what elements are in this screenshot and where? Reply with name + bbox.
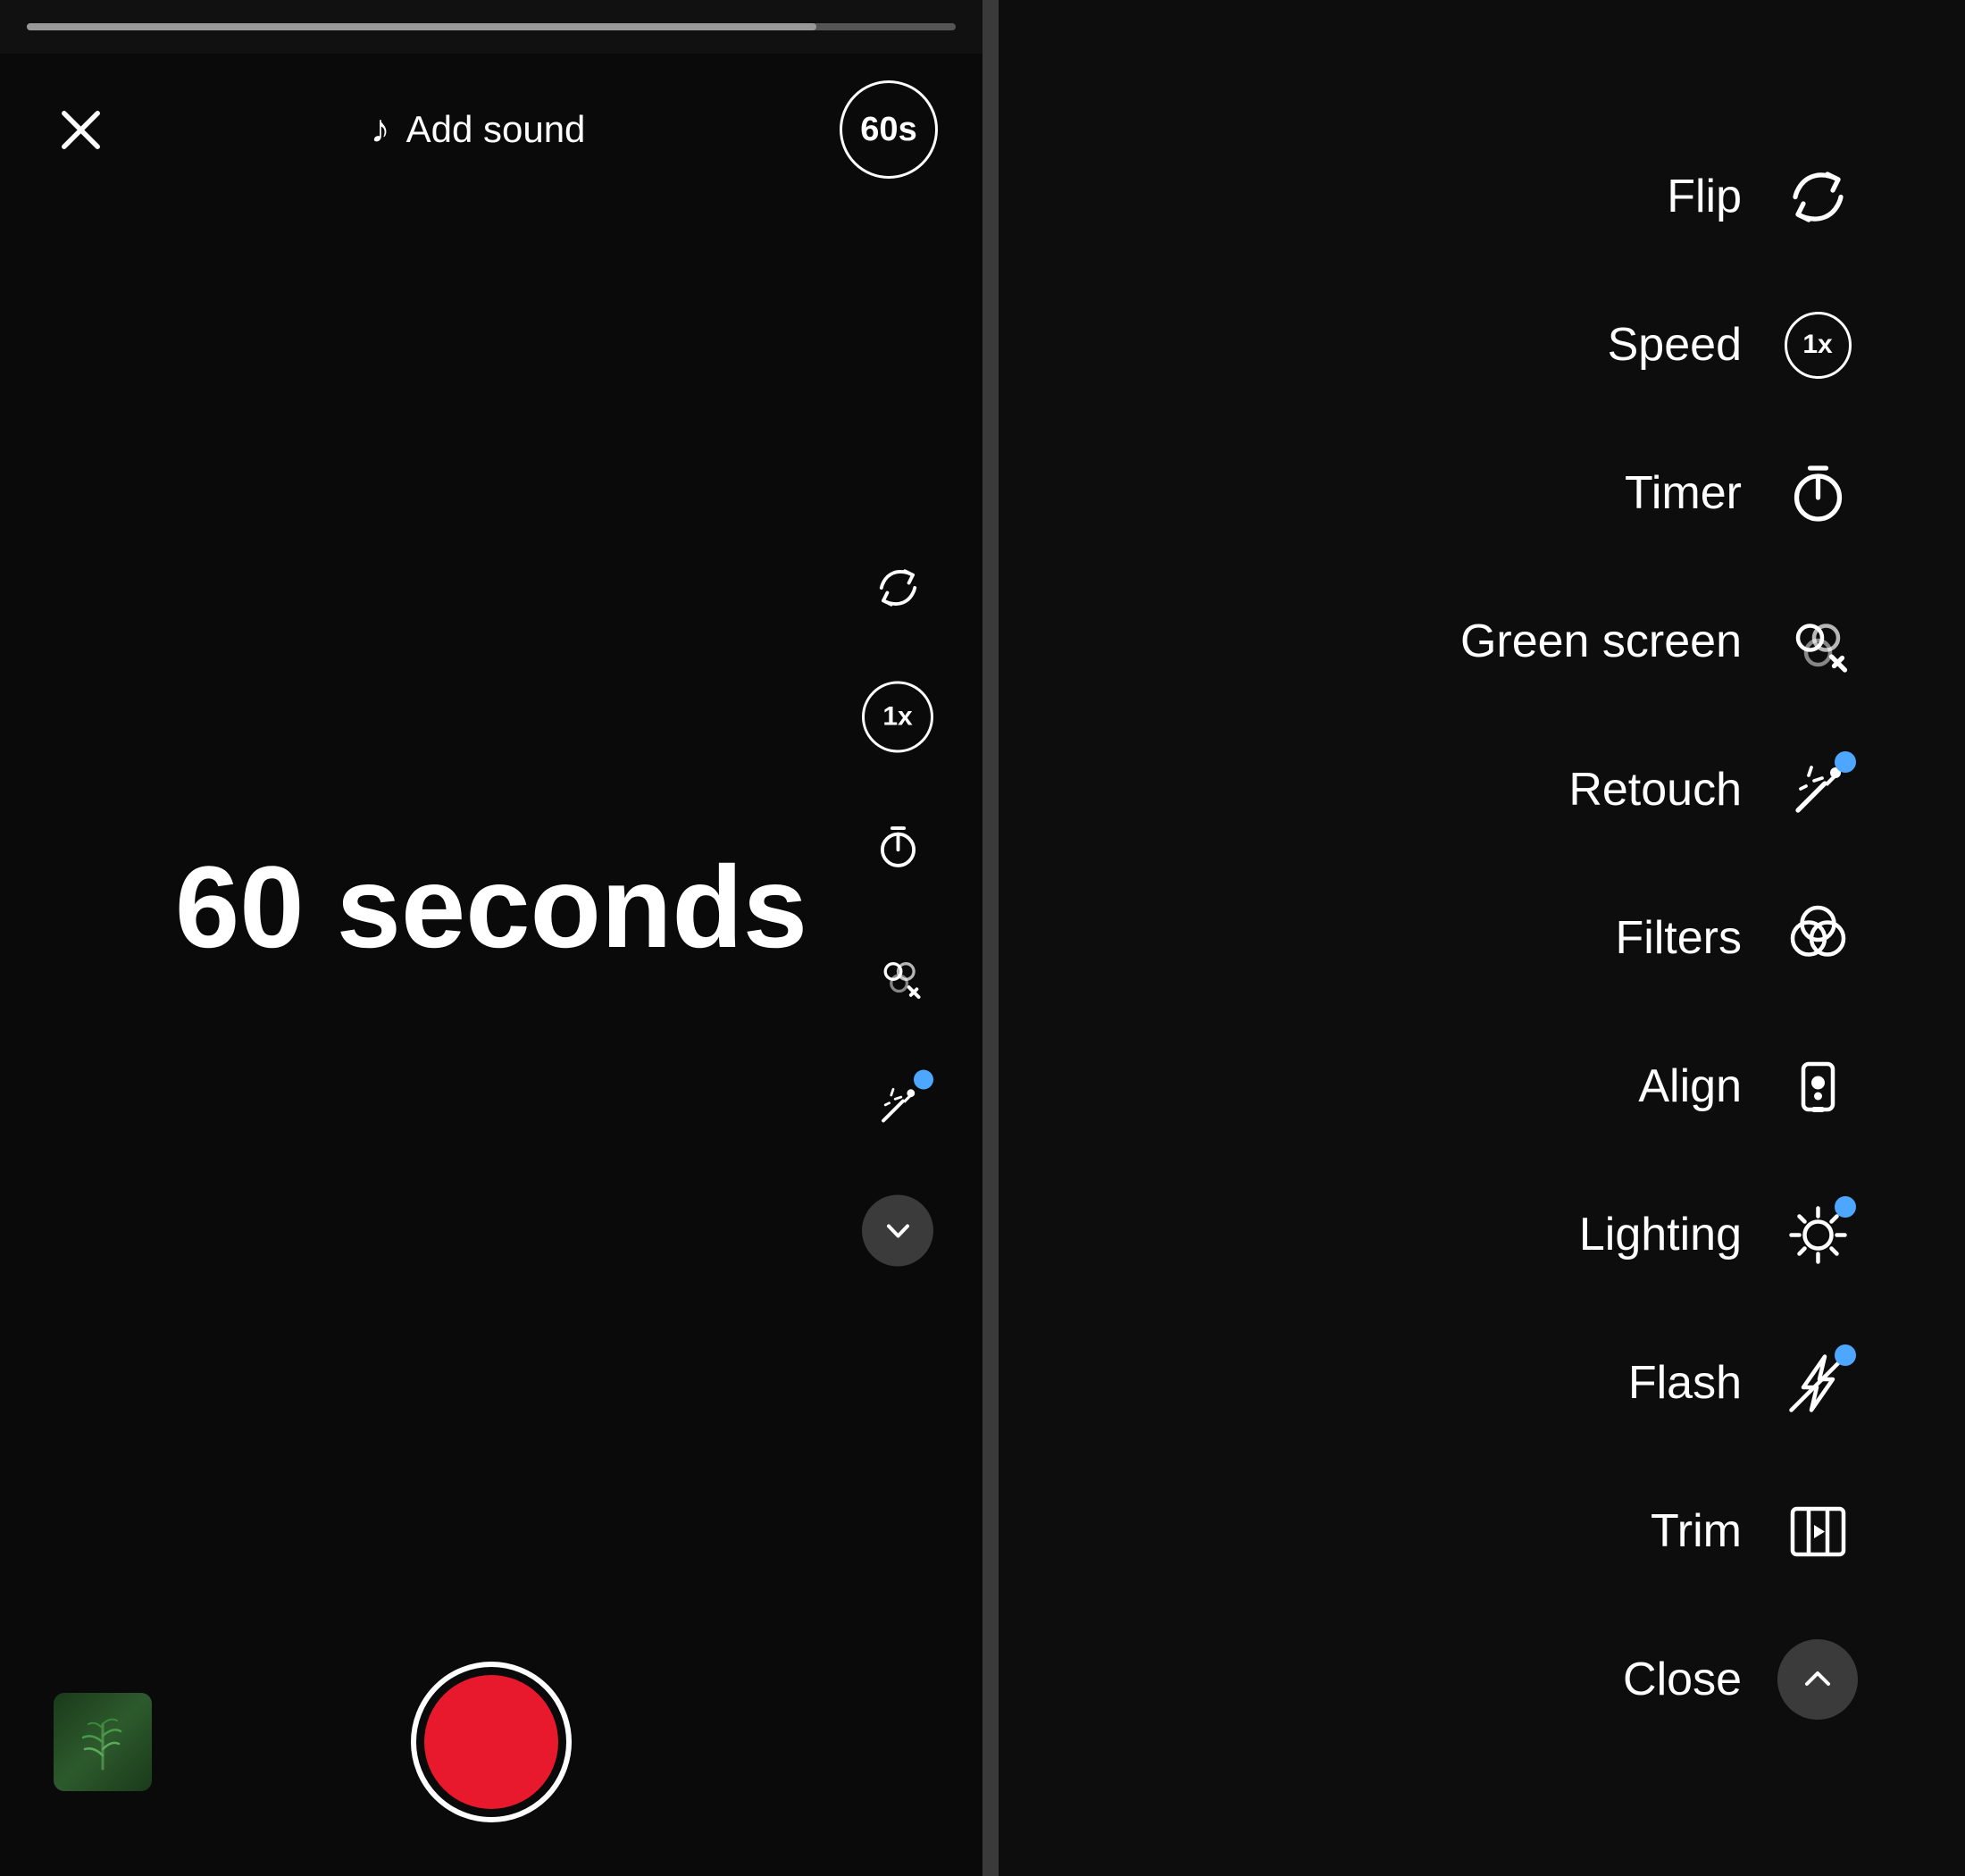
expand-button[interactable] <box>862 1195 933 1267</box>
filters-menu-icon <box>1777 898 1858 978</box>
trim-menu-icon <box>1777 1491 1858 1571</box>
green-screen-menu-icon <box>1777 601 1858 682</box>
speed-menu-icon: 1x <box>1777 305 1858 385</box>
flip-label: Flip <box>1667 170 1742 223</box>
music-icon: ♪ <box>371 107 390 152</box>
green-screen-button[interactable] <box>857 936 938 1017</box>
filters-label: Filters <box>1615 911 1742 965</box>
menu-item-timer[interactable]: Timer <box>1106 419 1858 567</box>
menu-item-retouch[interactable]: Retouch <box>1106 716 1858 864</box>
speed-label: Speed <box>1608 318 1742 372</box>
flash-menu-icon <box>1777 1343 1858 1423</box>
right-side-icons: 1x <box>857 548 938 1267</box>
seconds-label: 60 seconds <box>175 840 807 974</box>
close-menu-button[interactable] <box>1777 1639 1858 1720</box>
flash-menu-dot <box>1835 1344 1856 1366</box>
lighting-menu-dot <box>1835 1196 1856 1218</box>
retouch-label: Retouch <box>1568 763 1742 817</box>
timer-label: Timer <box>1625 466 1742 520</box>
timer-menu-icon <box>1777 453 1858 533</box>
bottom-bar <box>0 1608 982 1876</box>
retouch-menu-dot <box>1835 751 1856 773</box>
duration-text: 60s <box>860 111 916 149</box>
panel-divider <box>982 0 999 1876</box>
record-button[interactable] <box>411 1662 572 1822</box>
add-sound-label: Add sound <box>406 108 586 151</box>
retouch-button[interactable] <box>857 1066 938 1146</box>
close-menu-label: Close <box>1623 1653 1742 1706</box>
chevron-down-icon <box>878 1210 918 1251</box>
menu-item-green-screen[interactable]: Green screen <box>1106 567 1858 716</box>
timer-icon <box>874 822 923 871</box>
trim-label: Trim <box>1651 1504 1742 1558</box>
lighting-label: Lighting <box>1579 1208 1742 1261</box>
gallery-thumb-inner <box>54 1693 152 1791</box>
retouch-icon <box>874 1081 923 1130</box>
flip-icon <box>874 563 923 612</box>
x-icon <box>56 105 105 155</box>
retouch-menu-icon <box>1777 750 1858 830</box>
green-screen-label: Green screen <box>1460 615 1742 668</box>
align-menu-icon <box>1777 1046 1858 1126</box>
menu-item-close[interactable]: Close <box>1106 1605 1858 1754</box>
camera-area: 60 seconds 1x <box>0 205 982 1608</box>
add-sound-button[interactable]: ♪ Add sound <box>371 107 586 152</box>
record-button-inner <box>424 1675 558 1809</box>
chevron-up-icon <box>1795 1657 1840 1702</box>
menu-item-align[interactable]: Align <box>1106 1012 1858 1160</box>
flash-label: Flash <box>1628 1356 1742 1410</box>
align-label: Align <box>1638 1059 1742 1113</box>
menu-item-flip[interactable]: Flip <box>1106 122 1858 271</box>
duration-badge[interactable]: 60s <box>840 80 938 179</box>
gallery-thumbnail[interactable] <box>54 1693 152 1791</box>
progress-bar-container <box>0 0 982 54</box>
progress-fill <box>27 23 816 30</box>
lighting-menu-icon <box>1777 1194 1858 1275</box>
retouch-blue-dot <box>914 1070 933 1090</box>
flip-button[interactable] <box>857 548 938 628</box>
camera-panel: ♪ Add sound 60s 60 seconds 1x <box>0 0 982 1876</box>
settings-panel: Flip Speed 1x Timer <box>999 0 1965 1876</box>
close-button[interactable] <box>45 94 116 165</box>
progress-bar <box>27 23 956 30</box>
menu-item-trim[interactable]: Trim <box>1106 1457 1858 1605</box>
menu-item-speed[interactable]: Speed 1x <box>1106 271 1858 419</box>
menu-item-flash[interactable]: Flash <box>1106 1309 1858 1457</box>
menu-item-filters[interactable]: Filters <box>1106 864 1858 1012</box>
record-button-container <box>411 1662 572 1822</box>
flip-menu-icon <box>1777 156 1858 237</box>
timer-button[interactable] <box>857 807 938 887</box>
menu-item-lighting[interactable]: Lighting <box>1106 1160 1858 1309</box>
fern-image <box>67 1706 138 1778</box>
green-screen-icon <box>874 951 923 1001</box>
speed-icon: 1x <box>862 682 933 753</box>
top-bar: ♪ Add sound 60s <box>0 54 982 205</box>
speed-button[interactable]: 1x <box>857 677 938 758</box>
